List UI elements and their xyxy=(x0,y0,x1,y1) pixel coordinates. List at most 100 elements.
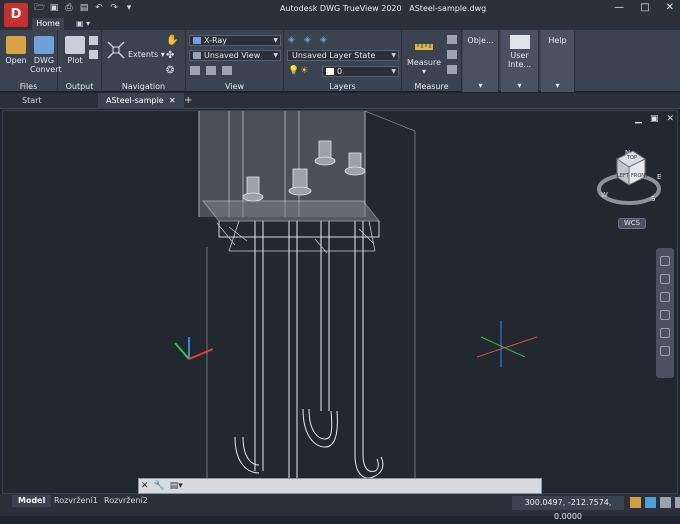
layout-icon[interactable] xyxy=(206,66,216,75)
tab-home[interactable]: Home xyxy=(32,18,64,30)
tab-layout-2[interactable]: Rozvržení2 xyxy=(98,495,154,507)
status-icons xyxy=(630,497,680,508)
print-icon[interactable] xyxy=(89,36,98,45)
drawing-viewport[interactable]: TOP LEFT FRONT N W S E xyxy=(2,110,678,495)
panel-objects[interactable]: Obje... ▾ xyxy=(463,30,499,92)
list-icon[interactable] xyxy=(447,50,457,59)
tab-start[interactable]: Start xyxy=(14,93,50,109)
navbar-menu-icon[interactable] xyxy=(660,346,670,356)
dimension-marks xyxy=(216,222,374,254)
compass-w-label: W xyxy=(601,191,608,199)
viewport-restore-button[interactable]: ▣ xyxy=(650,114,659,124)
window-icon xyxy=(509,35,530,49)
showmotion-icon[interactable] xyxy=(660,328,670,338)
drawing-canvas xyxy=(174,110,661,495)
panel-view: X-Ray ▼ Unsaved View ▼ View xyxy=(186,30,284,92)
base-plate xyxy=(201,200,381,252)
close-tab-icon[interactable]: ✕ xyxy=(169,96,176,105)
print-icon[interactable]: ⎙ xyxy=(64,3,74,13)
command-customize-icon[interactable]: 🔧 xyxy=(154,481,165,491)
dwg-convert-button[interactable]: DWG Convert xyxy=(30,36,62,74)
pan-icon[interactable] xyxy=(660,274,670,284)
print-preview-icon[interactable]: ▤ xyxy=(79,3,89,13)
steering-wheel-icon[interactable]: ❂ xyxy=(166,65,177,76)
panel-output: Plot Output xyxy=(58,30,102,92)
panel-measure: Measure ▾ Measure xyxy=(402,30,462,92)
layer-unisolate-icon[interactable]: ◈ xyxy=(320,35,330,45)
new-tab-button[interactable]: + xyxy=(176,93,200,109)
compass-s-label: S xyxy=(651,195,656,203)
maximize-button[interactable]: □ xyxy=(640,2,649,13)
extents-icon[interactable] xyxy=(106,40,126,60)
command-line: ✕ 🔧 ▤▾ xyxy=(138,478,542,494)
panel-label-layers: Layers xyxy=(329,82,356,91)
panel-help[interactable]: Help ▾ xyxy=(541,30,575,92)
sun-icon[interactable]: ☀ xyxy=(300,66,308,76)
close-button[interactable]: ✕ xyxy=(666,2,674,13)
panel-label-files: Files xyxy=(19,82,38,91)
measure-button[interactable]: Measure ▾ xyxy=(406,38,442,76)
window-controls: — □ ✕ xyxy=(614,2,674,13)
viewport-icon[interactable] xyxy=(190,66,200,75)
navigation-bar xyxy=(656,248,674,378)
wcs-menu[interactable]: WCS xyxy=(618,218,646,229)
more-icon[interactable]: ▾ xyxy=(124,3,134,13)
compass-e-label: E xyxy=(657,173,662,181)
app-menu-button[interactable]: D xyxy=(4,3,28,27)
panel-user-interface[interactable]: User Inte... ▾ xyxy=(501,30,539,92)
layer-state-dropdown[interactable]: Unsaved Layer State ▼ xyxy=(287,50,399,61)
quick-measure-icon[interactable] xyxy=(447,65,457,74)
panel-label-view: View xyxy=(225,82,244,91)
viewport-close-button[interactable]: ✕ xyxy=(666,114,674,124)
tab-layout-1[interactable]: Rozvržení1 xyxy=(48,495,104,507)
tab-model[interactable]: Model xyxy=(12,495,52,507)
layer-color-swatch xyxy=(326,68,334,75)
visual-style-dropdown[interactable]: X-Ray ▼ xyxy=(189,35,281,46)
minimize-button[interactable]: — xyxy=(614,2,624,13)
orbit-icon[interactable]: ✤ xyxy=(166,50,177,61)
panel-label-output: Output xyxy=(65,82,94,91)
undo-icon[interactable]: ↶ xyxy=(94,3,104,13)
tab-asteel-sample[interactable]: ASteel-sample ✕ xyxy=(98,93,184,109)
workspace-icon[interactable] xyxy=(645,497,656,508)
extents-button[interactable]: Extents ▾ xyxy=(128,50,165,59)
save-icon[interactable]: ▣ xyxy=(49,3,59,13)
command-input[interactable] xyxy=(195,480,535,492)
xray-icon xyxy=(193,37,201,44)
panel-navigation: Extents ▾ ✋ ✤ ❂ Navigation xyxy=(102,30,186,92)
viewcube-front-label: FRONT xyxy=(631,173,649,179)
layer-isolate-icon[interactable]: ◈ xyxy=(304,35,314,45)
cursor-crosshair xyxy=(476,321,538,367)
current-layer-dropdown[interactable]: 0 ▼ xyxy=(322,66,399,77)
coordinate-readout: 300.0497, -212.7574, 0.0000 xyxy=(512,496,624,521)
anchor-rods xyxy=(234,221,384,494)
lightbulb-icon[interactable]: 💡 xyxy=(288,66,299,76)
plot-button[interactable]: Plot xyxy=(64,36,86,65)
named-view-dropdown[interactable]: Unsaved View ▼ xyxy=(189,50,281,61)
orbit-icon[interactable] xyxy=(660,310,670,320)
steering-wheel-icon[interactable] xyxy=(660,256,670,266)
customize-icon[interactable] xyxy=(675,497,680,508)
view-icon xyxy=(193,52,201,59)
layer-properties-icon[interactable]: ◈ xyxy=(288,35,298,45)
command-history-icon[interactable]: ▤▾ xyxy=(170,481,183,491)
tab-extra[interactable]: ▣ ▾ xyxy=(76,18,90,30)
folder-open-icon xyxy=(6,36,26,54)
panel-label-navigation: Navigation xyxy=(121,82,166,91)
panel-files: Open DWG Convert Files xyxy=(0,30,62,92)
annotation-scale-icon[interactable] xyxy=(630,497,641,508)
id-point-icon[interactable] xyxy=(447,35,457,44)
display-icon[interactable] xyxy=(222,66,232,75)
zoom-icon[interactable] xyxy=(660,292,670,302)
command-close-icon[interactable]: ✕ xyxy=(141,481,149,491)
pan-icon[interactable]: ✋ xyxy=(166,35,178,46)
folder-open-icon[interactable]: 🗁 xyxy=(34,3,45,13)
redo-icon[interactable]: ↷ xyxy=(109,3,119,13)
open-button[interactable]: Open xyxy=(4,36,28,65)
fullscreen-icon[interactable] xyxy=(660,497,671,508)
ribbon-tab-row xyxy=(0,18,680,30)
view-tools xyxy=(190,66,232,75)
print-preview-icon[interactable] xyxy=(89,50,98,59)
viewport-minimize-button[interactable]: ▁ xyxy=(635,114,642,124)
panel-layers: ◈ ◈ ◈ Unsaved Layer State ▼ 💡 ☀ 0 ▼ Layers xyxy=(284,30,402,92)
